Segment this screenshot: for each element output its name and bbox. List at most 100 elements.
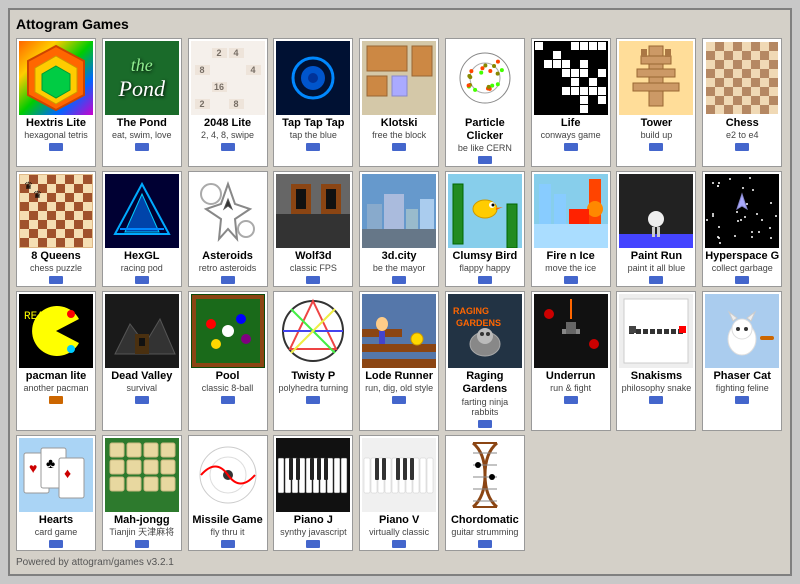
game-badge-firenice bbox=[564, 276, 578, 284]
game-thumb-underrun bbox=[534, 294, 608, 368]
game-badge-phasercat bbox=[735, 396, 749, 404]
game-subtitle-twistyp: polyhedra turning bbox=[279, 383, 349, 394]
game-card-snakisms[interactable]: Snakismsphilosophy snake bbox=[616, 291, 696, 431]
game-subtitle-loderunner: run, dig, old style bbox=[365, 383, 433, 394]
game-badge-missile bbox=[221, 540, 235, 548]
game-title-paintrun: Paint Run bbox=[631, 250, 682, 263]
game-title-pianoj: Piano J bbox=[294, 514, 333, 527]
game-card-chordo[interactable]: Chordomaticguitar strumming bbox=[445, 435, 525, 551]
game-thumb-clumsybird bbox=[448, 174, 522, 248]
game-card-mahjongg[interactable]: Mah-jonggTianjin 天津麻将 bbox=[102, 435, 182, 551]
app-title: Attogram Games bbox=[16, 16, 784, 32]
game-badge-8queens bbox=[49, 276, 63, 284]
game-card-clumsybird[interactable]: Clumsy Birdflappy happy bbox=[445, 171, 525, 287]
game-thumb-pool bbox=[191, 294, 265, 368]
app-container: Attogram Games Hextris Litehexagonal tet… bbox=[8, 8, 792, 576]
game-card-pacman[interactable]: READY!pacman liteanother pacman bbox=[16, 291, 96, 431]
game-title-2048: 2048 Lite bbox=[204, 117, 251, 130]
game-subtitle-pond: eat, swim, love bbox=[112, 130, 172, 141]
game-badge-underrun bbox=[564, 396, 578, 404]
game-title-klotski: Klotski bbox=[381, 117, 418, 130]
game-subtitle-chordo: guitar strumming bbox=[451, 527, 518, 538]
game-badge-hyperspace bbox=[735, 276, 749, 284]
game-badge-loderunner bbox=[392, 396, 406, 404]
game-card-phasercat[interactable]: Phaser Catfighting feline bbox=[702, 291, 782, 431]
game-card-loderunner[interactable]: Lode Runnerrun, dig, old style bbox=[359, 291, 439, 431]
game-badge-asteroids bbox=[221, 276, 235, 284]
games-grid: Hextris Litehexagonal tetristhePondThe P… bbox=[16, 38, 784, 551]
game-card-8queens[interactable]: ♛♛8 Queenschess puzzle bbox=[16, 171, 96, 287]
game-title-particle: Particle Clicker bbox=[448, 117, 522, 143]
game-subtitle-asteroids: retro asteroids bbox=[199, 263, 257, 274]
game-card-particle[interactable]: Particle Clickerbe like CERN bbox=[445, 38, 525, 167]
game-title-wolf3d: Wolf3d bbox=[295, 250, 331, 263]
game-subtitle-life: conways game bbox=[541, 130, 601, 141]
game-card-life[interactable]: Lifeconways game bbox=[531, 38, 611, 167]
game-badge-deadvalley bbox=[135, 396, 149, 404]
game-subtitle-snakisms: philosophy snake bbox=[622, 383, 692, 394]
game-thumb-klotski bbox=[362, 41, 436, 115]
game-badge-paintrun bbox=[649, 276, 663, 284]
game-badge-pacman bbox=[49, 396, 63, 404]
game-card-twistyp[interactable]: Twisty Ppolyhedra turning bbox=[273, 291, 353, 431]
game-subtitle-mahjongg: Tianjin 天津麻将 bbox=[109, 527, 174, 538]
game-card-raging[interactable]: RAGINGGARDENSRaging Gardensfarting ninja… bbox=[445, 291, 525, 431]
game-card-chess[interactable]: Chesse2 to e4 bbox=[702, 38, 782, 167]
game-card-hexgl[interactable]: HexGLracing pod bbox=[102, 171, 182, 287]
game-title-phasercat: Phaser Cat bbox=[713, 370, 770, 383]
game-title-chordo: Chordomatic bbox=[451, 514, 519, 527]
game-card-hearts[interactable]: ♥♣♦Heartscard game bbox=[16, 435, 96, 551]
game-title-snakisms: Snakisms bbox=[631, 370, 682, 383]
game-card-pool[interactable]: Poolclassic 8-ball bbox=[188, 291, 268, 431]
game-subtitle-pool: classic 8-ball bbox=[202, 383, 254, 394]
game-subtitle-tower: build up bbox=[641, 130, 673, 141]
game-badge-life bbox=[564, 143, 578, 151]
game-title-clumsybird: Clumsy Bird bbox=[452, 250, 517, 263]
game-thumb-8queens: ♛♛ bbox=[19, 174, 93, 248]
game-badge-pianop bbox=[392, 540, 406, 548]
game-badge-3dcity bbox=[392, 276, 406, 284]
svg-text:♛: ♛ bbox=[24, 181, 33, 192]
game-subtitle-phasercat: fighting feline bbox=[716, 383, 769, 394]
game-badge-tower bbox=[649, 143, 663, 151]
game-subtitle-raging: farting ninja rabbits bbox=[448, 397, 522, 419]
game-title-missile: Missile Game bbox=[192, 514, 262, 527]
game-subtitle-chess: e2 to e4 bbox=[726, 130, 759, 141]
game-subtitle-pacman: another pacman bbox=[23, 383, 88, 394]
game-card-asteroids[interactable]: Asteroidsretro asteroids bbox=[188, 171, 268, 287]
game-title-raging: Raging Gardens bbox=[448, 370, 522, 396]
game-card-3dcity[interactable]: 3d.citybe the mayor bbox=[359, 171, 439, 287]
game-badge-mahjongg bbox=[135, 540, 149, 548]
game-thumb-pianoj bbox=[276, 438, 350, 512]
game-title-3dcity: 3d.city bbox=[382, 250, 417, 263]
game-card-klotski[interactable]: Klotskifree the block bbox=[359, 38, 439, 167]
game-card-pond[interactable]: thePondThe Pondeat, swim, love bbox=[102, 38, 182, 167]
game-title-pacman: pacman lite bbox=[26, 370, 87, 383]
game-subtitle-klotski: free the block bbox=[372, 130, 426, 141]
game-card-hyperspace[interactable]: Hyperspace Gcollect garbage bbox=[702, 171, 782, 287]
game-thumb-3dcity bbox=[362, 174, 436, 248]
game-card-firenice[interactable]: Fire n Icemove the ice bbox=[531, 171, 611, 287]
game-card-2048[interactable]: 248416282048 Lite2, 4, 8, swipe bbox=[188, 38, 268, 167]
game-card-missile[interactable]: Missile Gamefly thru it bbox=[188, 435, 268, 551]
game-card-paintrun[interactable]: Paint Runpaint it all blue bbox=[616, 171, 696, 287]
game-card-wolf3d[interactable]: Wolf3dclassic FPS bbox=[273, 171, 353, 287]
game-title-asteroids: Asteroids bbox=[202, 250, 253, 263]
game-title-hextris: Hextris Lite bbox=[26, 117, 86, 130]
game-thumb-mahjongg bbox=[105, 438, 179, 512]
game-thumb-loderunner bbox=[362, 294, 436, 368]
svg-text:♣: ♣ bbox=[46, 455, 55, 471]
game-thumb-twistyp bbox=[276, 294, 350, 368]
game-thumb-deadvalley bbox=[105, 294, 179, 368]
game-card-deadvalley[interactable]: Dead Valleysurvival bbox=[102, 291, 182, 431]
game-card-tower[interactable]: Towerbuild up bbox=[616, 38, 696, 167]
game-card-pianop[interactable]: Piano Vvirtually classic bbox=[359, 435, 439, 551]
game-card-hextris[interactable]: Hextris Litehexagonal tetris bbox=[16, 38, 96, 167]
game-card-pianoj[interactable]: Piano Jsynthy javascript bbox=[273, 435, 353, 551]
svg-text:♛: ♛ bbox=[33, 190, 42, 201]
game-badge-klotski bbox=[392, 143, 406, 151]
game-card-taptap[interactable]: Tap Tap Taptap the blue bbox=[273, 38, 353, 167]
game-card-underrun[interactable]: Underrunrun & fight bbox=[531, 291, 611, 431]
game-subtitle-firenice: move the ice bbox=[545, 263, 596, 274]
game-thumb-snakisms bbox=[619, 294, 693, 368]
